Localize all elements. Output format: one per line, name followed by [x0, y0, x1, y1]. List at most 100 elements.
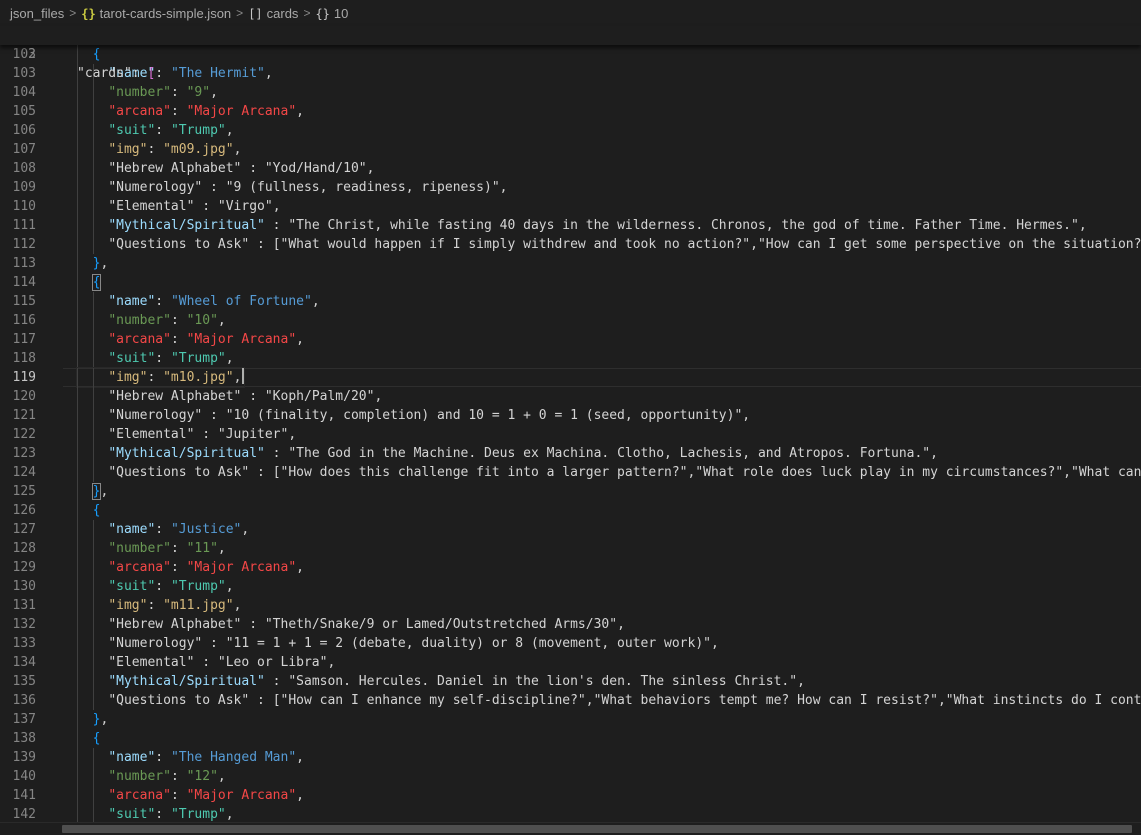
code-token: { [92, 503, 101, 518]
breadcrumb-array-node[interactable]: [] cards [248, 6, 298, 21]
indentation [77, 199, 108, 214]
code-token: "arcana" [108, 104, 171, 119]
code-line[interactable]: 136 "Questions to Ask" : ["How can I enh… [0, 691, 1141, 710]
code-line[interactable]: 108 "Hebrew Alphabet" : "Yod/Hand/10", [0, 159, 1141, 178]
line-number: 113 [12, 256, 36, 271]
code-line[interactable]: 127 "name": "Justice", [0, 520, 1141, 539]
code-text: "Numerology" : "11 = 1 + 1 = 2 (debate, … [77, 634, 719, 653]
code-token: , [311, 294, 320, 309]
code-line[interactable]: 102 { [0, 45, 1141, 64]
code-line[interactable]: 121 "Numerology" : "10 (finality, comple… [0, 406, 1141, 425]
code-line[interactable]: 139 "name": "The Hanged Man", [0, 748, 1141, 767]
code-line[interactable]: 141 "arcana": "Major Arcana", [0, 786, 1141, 805]
code-line[interactable]: 105 "arcana": "Major Arcana", [0, 102, 1141, 121]
json-file-icon: {} [81, 6, 96, 21]
line-number: 119 [12, 370, 36, 385]
code-line[interactable]: 106 "suit": "Trump", [0, 121, 1141, 140]
code-token: , [217, 313, 226, 328]
code-text: "Questions to Ask" : ["How does this cha… [77, 463, 1141, 482]
code-token: "number" [108, 769, 171, 784]
code-editor[interactable]: 102 {103 "name": "The Hermit", 104 "numbe… [0, 45, 1141, 822]
code-text: "Hebrew Alphabet" : "Theth/Snake/9 or La… [77, 615, 625, 634]
code-line[interactable]: 138 { [0, 729, 1141, 748]
code-line[interactable]: 110 "Elemental" : "Virgo", [0, 197, 1141, 216]
code-token: "name" [108, 294, 156, 309]
code-line[interactable]: 114 { [0, 273, 1141, 292]
code-line[interactable]: 103 "name": "The Hermit", [0, 64, 1141, 83]
code-line[interactable]: 118 "suit": "Trump", [0, 349, 1141, 368]
code-line[interactable]: 133 "Numerology" : "11 = 1 + 1 = 2 (deba… [0, 634, 1141, 653]
code-token: "Trump" [170, 123, 226, 138]
line-number: 129 [12, 560, 36, 575]
code-text: "arcana": "Major Arcana", [77, 558, 304, 577]
code-token: : [241, 389, 265, 404]
code-token: , [327, 655, 336, 670]
indentation [77, 294, 108, 309]
code-line[interactable]: 124 "Questions to Ask" : ["How does this… [0, 463, 1141, 482]
line-number: 104 [12, 85, 36, 100]
code-token: "suit" [108, 807, 156, 822]
code-line[interactable]: 109 "Numerology" : "9 (fullness, readine… [0, 178, 1141, 197]
sticky-scroll-line[interactable]: 3 "cards": [ [0, 26, 1141, 81]
line-number: 132 [12, 617, 36, 632]
code-token: : [170, 560, 187, 575]
indentation [77, 769, 108, 784]
code-token: "name" [108, 750, 156, 765]
code-token: "m09.jpg" [163, 142, 234, 157]
code-line[interactable]: 135 "Mythical/Spiritual" : "Samson. Herc… [0, 672, 1141, 691]
code-token: "arcana" [108, 332, 171, 347]
code-text: "name": "Wheel of Fortune", [77, 292, 320, 311]
indentation [77, 731, 93, 746]
code-token: : [170, 788, 187, 803]
code-line[interactable]: 140 "number": "12", [0, 767, 1141, 786]
scrollbar-thumb[interactable] [62, 825, 1132, 833]
code-token: , [296, 104, 304, 119]
indentation [77, 807, 108, 822]
code-token: : [241, 161, 265, 176]
code-token: "suit" [108, 351, 156, 366]
code-line[interactable]: 116 "number": "10", [0, 311, 1141, 330]
code-line[interactable]: 126 { [0, 501, 1141, 520]
indentation [77, 256, 93, 271]
code-token: : [241, 617, 265, 632]
code-line[interactable]: 129 "arcana": "Major Arcana", [0, 558, 1141, 577]
code-line[interactable]: 137 }, [0, 710, 1141, 729]
code-line[interactable]: 120 "Hebrew Alphabet" : "Koph/Palm/20", [0, 387, 1141, 406]
breadcrumb-object-node[interactable]: {} 10 [315, 6, 348, 21]
breadcrumb-file[interactable]: {} tarot-cards-simple.json [81, 6, 231, 21]
indentation [77, 598, 108, 613]
breadcrumb-folder[interactable]: json_files [10, 6, 64, 21]
code-line[interactable]: 115 "name": "Wheel of Fortune", [0, 292, 1141, 311]
code-line[interactable]: 119 "img": "m10.jpg", [0, 367, 1141, 388]
code-line[interactable]: 112 "Questions to Ask" : ["What would ha… [0, 235, 1141, 254]
code-line[interactable]: 104 "number": "9", [0, 83, 1141, 102]
indentation [77, 104, 108, 119]
code-token: , [288, 427, 297, 442]
code-line[interactable]: 125 }, [0, 482, 1141, 501]
code-text: "Numerology" : "9 (fullness, readiness, … [77, 178, 507, 197]
code-line[interactable]: 107 "img": "m09.jpg", [0, 140, 1141, 159]
code-text: }, [77, 710, 109, 729]
code-line[interactable]: 142 "suit": "Trump", [0, 805, 1141, 822]
code-line[interactable]: 132 "Hebrew Alphabet" : "Theth/Snake/9 o… [0, 615, 1141, 634]
code-text: "Elemental" : "Leo or Libra", [77, 653, 335, 672]
line-number: 125 [12, 484, 36, 499]
code-token: : [170, 85, 187, 100]
code-line[interactable]: 123 "Mythical/Spiritual" : "The God in t… [0, 444, 1141, 463]
code-text: "img": "m11.jpg", [77, 596, 241, 615]
code-text: "arcana": "Major Arcana", [77, 330, 304, 349]
indentation [77, 712, 93, 727]
code-line[interactable]: 131 "img": "m11.jpg", [0, 596, 1141, 615]
code-token: : [155, 807, 171, 822]
indentation [77, 180, 108, 195]
code-line[interactable]: 130 "suit": "Trump", [0, 577, 1141, 596]
code-line[interactable]: 128 "number": "11", [0, 539, 1141, 558]
code-token: : [155, 522, 171, 537]
code-token: "Trump" [170, 351, 226, 366]
code-line[interactable]: 117 "arcana": "Major Arcana", [0, 330, 1141, 349]
code-line[interactable]: 134 "Elemental" : "Leo or Libra", [0, 653, 1141, 672]
code-line[interactable]: 113 }, [0, 254, 1141, 273]
horizontal-scrollbar[interactable] [0, 822, 1141, 835]
code-line[interactable]: 111 "Mythical/Spiritual" : "The Christ, … [0, 216, 1141, 235]
code-line[interactable]: 122 "Elemental" : "Jupiter", [0, 425, 1141, 444]
